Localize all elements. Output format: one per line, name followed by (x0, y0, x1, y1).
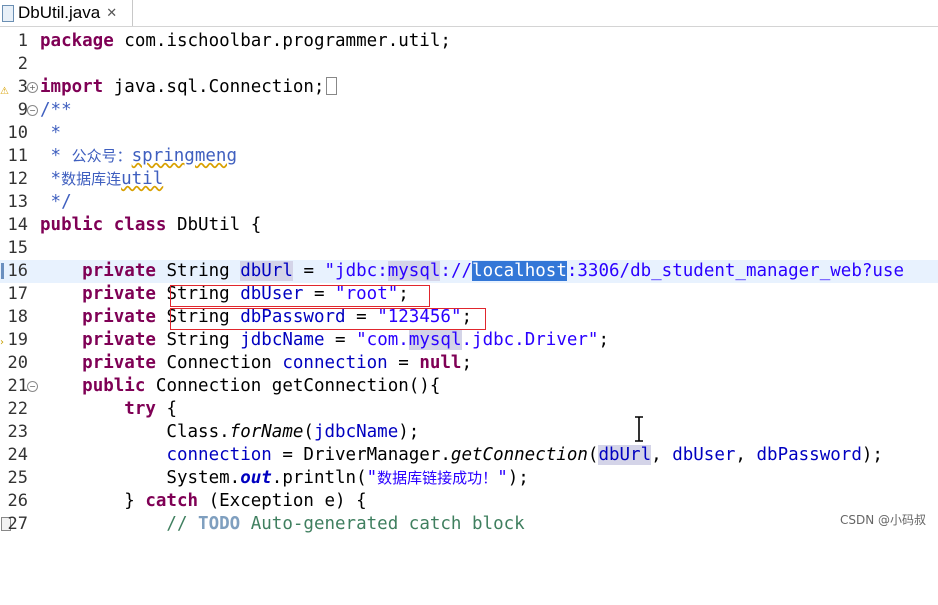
line-number: 13 (7, 192, 28, 212)
code-line: 11 * 公众号：springmeng (0, 145, 938, 168)
line-number: 21 (7, 376, 28, 396)
code-line: 9 − /** (0, 99, 938, 122)
line-number: 17 (7, 284, 28, 304)
code-line: 27 // TODO Auto-generated catch block (0, 513, 938, 536)
line-number: 2 (17, 54, 28, 74)
java-file-icon (2, 4, 14, 22)
line-number: 11 (7, 146, 28, 166)
code-line: ⚠ 3 + import java.sql.Connection; (0, 76, 938, 99)
line-number: 16 (7, 261, 28, 281)
line-number: 10 (7, 123, 28, 143)
watermark: CSDN @小码叔 (839, 513, 926, 527)
fold-expand-icon[interactable]: + (27, 82, 38, 93)
code-line: 26 } catch (Exception e) { (0, 490, 938, 513)
code-text: private String dbUrl = "jdbc:mysql://loc… (82, 261, 905, 281)
line-number: 15 (7, 238, 28, 258)
code-text: try { (124, 399, 177, 419)
editor-tab-bar: DbUtil.java ✕ (0, 0, 938, 27)
line-number: 26 (7, 491, 28, 511)
line-number: 22 (7, 399, 28, 419)
annotation-box-dbuser (170, 285, 430, 307)
code-text: } catch (Exception e) { (40, 491, 367, 511)
code-text: Class.forName(jdbcName); (40, 422, 420, 442)
text-cursor-icon (635, 416, 643, 442)
code-line: 12 *数据库连util (0, 168, 938, 191)
annotation-box-dbpassword (170, 308, 486, 330)
code-line: 23 Class.forName(jdbcName); (0, 421, 938, 444)
line-number: 20 (7, 353, 28, 373)
code-text: private Connection connection = null; (82, 353, 473, 373)
tab-title: DbUtil.java (18, 3, 101, 22)
change-marker-icon (1, 263, 4, 279)
code-line: 22 try { (0, 398, 938, 421)
line-number: 14 (7, 215, 28, 235)
code-line-current: 16 private String dbUrl = "jdbc:mysql://… (0, 260, 938, 283)
bookmark-arrow-icon[interactable]: › (0, 331, 4, 354)
line-number: 19 (7, 330, 28, 350)
code-line: › 19 private String jdbcName = "com.mysq… (0, 329, 938, 352)
code-text: /** (40, 100, 72, 120)
line-number: 18 (7, 307, 28, 327)
code-line: 10 * (0, 122, 938, 145)
code-line: 21 − public Connection getConnection(){ (0, 375, 938, 398)
code-line: 24 connection = DriverManager.getConnect… (0, 444, 938, 467)
code-text: public Connection getConnection(){ (82, 376, 441, 396)
fold-collapse-icon[interactable]: − (27, 381, 38, 392)
line-number: 24 (7, 445, 28, 465)
code-text: */ (40, 192, 72, 212)
code-text: public class DbUtil { (40, 215, 262, 235)
code-editor[interactable]: 1 package com.ischoolbar.programmer.util… (0, 30, 938, 536)
code-text: import java.sql.Connection; (40, 76, 338, 99)
code-line: 1 package com.ischoolbar.programmer.util… (0, 30, 938, 53)
code-line: 25 System.out.println("数据库链接成功！"); (0, 467, 938, 490)
code-line: 15 (0, 237, 938, 260)
code-text: System.out.println("数据库链接成功！"); (40, 468, 529, 488)
code-line: 17 private String dbUser = "root"; (0, 283, 938, 306)
code-line: 2 (0, 53, 938, 76)
code-line: 13 */ (0, 191, 938, 214)
code-text: * (40, 123, 62, 143)
line-number: 12 (7, 169, 28, 189)
code-line: 20 private Connection connection = null; (0, 352, 938, 375)
code-text: private String jdbcName = "com.mysql.jdb… (82, 330, 610, 350)
folded-imports-icon[interactable] (326, 77, 338, 95)
code-line: 14 public class DbUtil { (0, 214, 938, 237)
line-number: 1 (17, 31, 28, 51)
line-number: 25 (7, 468, 28, 488)
close-icon[interactable]: ✕ (106, 5, 117, 21)
code-text: *数据库连util (40, 169, 164, 189)
code-text: connection = DriverManager.getConnection… (166, 445, 883, 465)
code-text: // TODO Auto-generated catch block (40, 514, 525, 534)
code-text: * 公众号：springmeng (40, 146, 237, 166)
code-text: package com.ischoolbar.programmer.util; (40, 31, 451, 51)
line-number: 23 (7, 422, 28, 442)
tab-dbutil-java[interactable]: DbUtil.java ✕ (0, 0, 133, 26)
fold-collapse-icon[interactable]: − (27, 105, 38, 116)
line-number: 27 (7, 514, 28, 534)
